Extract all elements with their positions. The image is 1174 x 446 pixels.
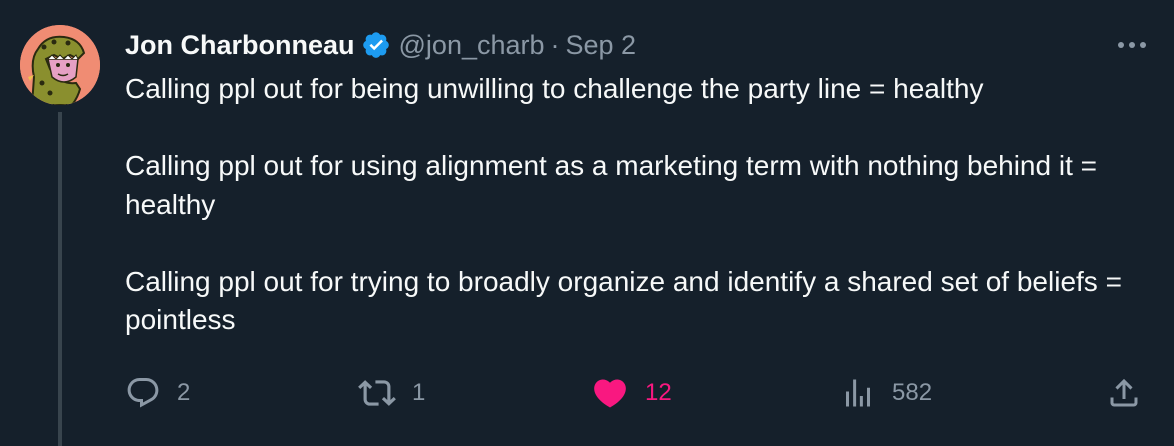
action-bar: 2 1 12 582 (0, 368, 1174, 418)
retweet-button[interactable]: 1 (358, 368, 425, 418)
views-chart-icon (846, 379, 870, 407)
author-name[interactable]: Jon Charbonneau (125, 30, 355, 61)
separator-dot: · (550, 29, 560, 60)
reply-count: 2 (177, 379, 191, 406)
tweet-date[interactable]: Sep 2 (566, 30, 637, 61)
author-handle[interactable]: @jon_charb (399, 30, 545, 61)
views-count: 582 (892, 379, 933, 406)
verified-badge-icon (361, 30, 391, 60)
share-button[interactable] (1106, 368, 1142, 418)
share-icon (1110, 378, 1138, 407)
tweet-text: Calling ppl out for being unwilling to c… (125, 70, 1155, 340)
avatar-image (20, 25, 100, 105)
like-button[interactable]: 12 (591, 368, 672, 418)
retweet-count: 1 (412, 379, 426, 406)
reply-button[interactable]: 2 (125, 368, 190, 418)
tweet-paragraph: Calling ppl out for trying to broadly or… (125, 265, 1122, 336)
views-button[interactable]: 582 (840, 368, 932, 418)
retweet-icon (358, 380, 396, 406)
tweet-paragraph: Calling ppl out for using alignment as a… (125, 150, 1097, 220)
more-dots-icon (1118, 42, 1146, 48)
tweet-header: Jon Charbonneau @jon_charb · Sep 2 (125, 26, 636, 64)
more-options-button[interactable] (1112, 28, 1152, 62)
heart-icon (594, 379, 626, 408)
avatar[interactable] (20, 25, 100, 105)
tweet-paragraph: Calling ppl out for being unwilling to c… (125, 73, 984, 104)
like-count: 12 (645, 379, 672, 406)
reply-icon (127, 378, 159, 408)
